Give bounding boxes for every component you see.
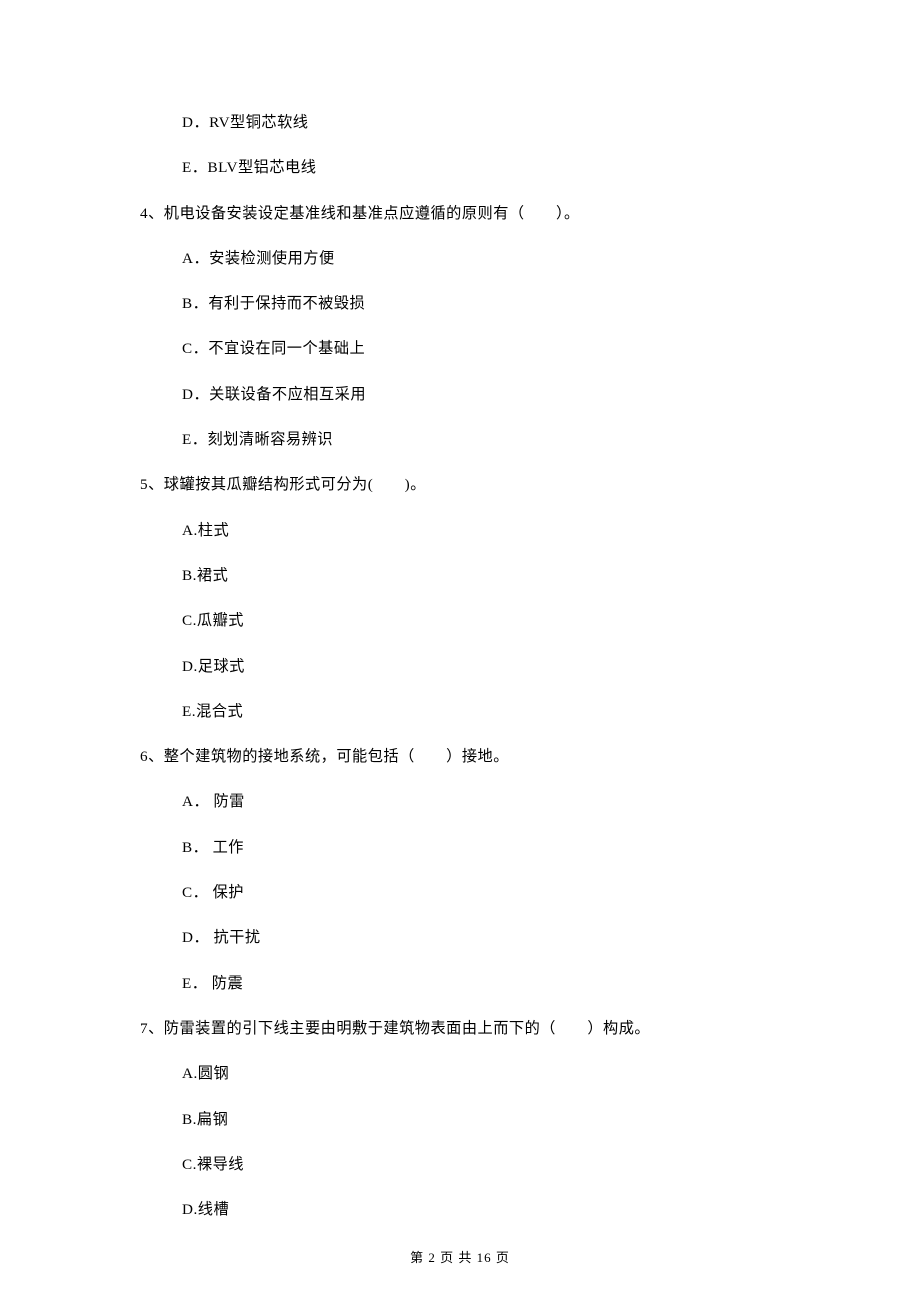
q4-option-b: B．有利于保持而不被毁损	[140, 293, 780, 316]
q4-option-a: A．安装检测使用方便	[140, 248, 780, 271]
question-4: 4、机电设备安装设定基准线和基准点应遵循的原则有（ ）。	[140, 203, 780, 226]
q4-option-e: E．刻划清晰容易辨识	[140, 429, 780, 452]
question-6: 6、整个建筑物的接地系统，可能包括（ ）接地。	[140, 746, 780, 769]
q7-option-b: B.扁钢	[140, 1109, 780, 1132]
q6-option-e: E． 防震	[140, 973, 780, 996]
q6-option-a: A． 防雷	[140, 791, 780, 814]
q6-option-c: C． 保护	[140, 882, 780, 905]
q6-option-d: D． 抗干扰	[140, 927, 780, 950]
page-footer: 第 2 页 共 16 页	[0, 1247, 920, 1266]
document-content: D．RV型铜芯软线 E．BLV型铝芯电线 4、机电设备安装设定基准线和基准点应遵…	[0, 0, 920, 1222]
prev-option-e: E．BLV型铝芯电线	[140, 157, 780, 180]
q5-option-c: C.瓜瓣式	[140, 610, 780, 633]
prev-option-d: D．RV型铜芯软线	[140, 112, 780, 135]
q7-option-a: A.圆钢	[140, 1063, 780, 1086]
q4-option-d: D．关联设备不应相互采用	[140, 384, 780, 407]
q7-option-d: D.线槽	[140, 1199, 780, 1222]
question-7: 7、防雷装置的引下线主要由明敷于建筑物表面由上而下的（ ）构成。	[140, 1018, 780, 1041]
q5-option-b: B.裙式	[140, 565, 780, 588]
q6-option-b: B． 工作	[140, 837, 780, 860]
q5-option-e: E.混合式	[140, 701, 780, 724]
question-5: 5、球罐按其瓜瓣结构形式可分为( )。	[140, 474, 780, 497]
q7-option-c: C.裸导线	[140, 1154, 780, 1177]
q4-option-c: C．不宜设在同一个基础上	[140, 338, 780, 361]
q5-option-a: A.柱式	[140, 520, 780, 543]
q5-option-d: D.足球式	[140, 656, 780, 679]
